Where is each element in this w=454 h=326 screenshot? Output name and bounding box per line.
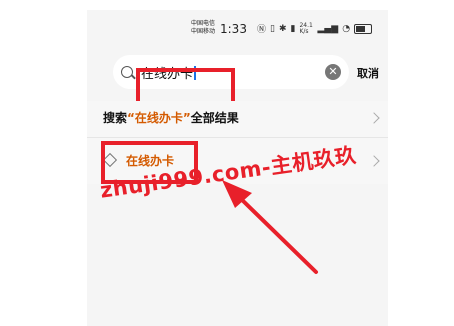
annotation-arrow (222, 180, 318, 274)
